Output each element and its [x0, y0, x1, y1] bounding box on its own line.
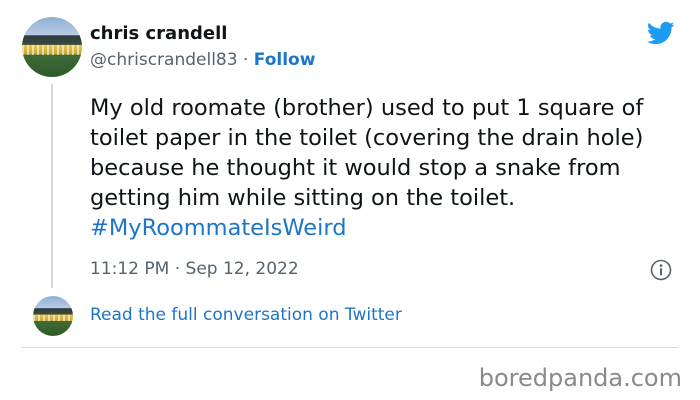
handle-separator: ·: [237, 50, 254, 70]
read-conversation-link[interactable]: Read the full conversation on Twitter: [90, 305, 402, 325]
tweet-timestamp[interactable]: 11:12 PM · Sep 12, 2022: [90, 259, 299, 279]
author-avatar[interactable]: [22, 17, 82, 77]
watermark: boredpanda.com: [478, 364, 682, 392]
thread-line: [51, 84, 53, 288]
author-handle[interactable]: @chriscrandell83: [90, 50, 238, 70]
handle-row: @chriscrandell83 · Follow: [90, 50, 315, 70]
divider: [22, 347, 678, 348]
follow-button[interactable]: Follow: [254, 50, 316, 70]
tweet-text: My old roomate (brother) used to put 1 s…: [90, 93, 690, 243]
twitter-bird-icon[interactable]: [645, 19, 677, 47]
author-name[interactable]: chris crandell: [90, 23, 227, 44]
hashtag-link[interactable]: #MyRoommateIsWeird: [90, 215, 347, 241]
reply-avatar: [33, 296, 73, 336]
tweet-body: My old roomate (brother) used to put 1 s…: [90, 95, 644, 211]
info-icon[interactable]: [650, 259, 672, 281]
